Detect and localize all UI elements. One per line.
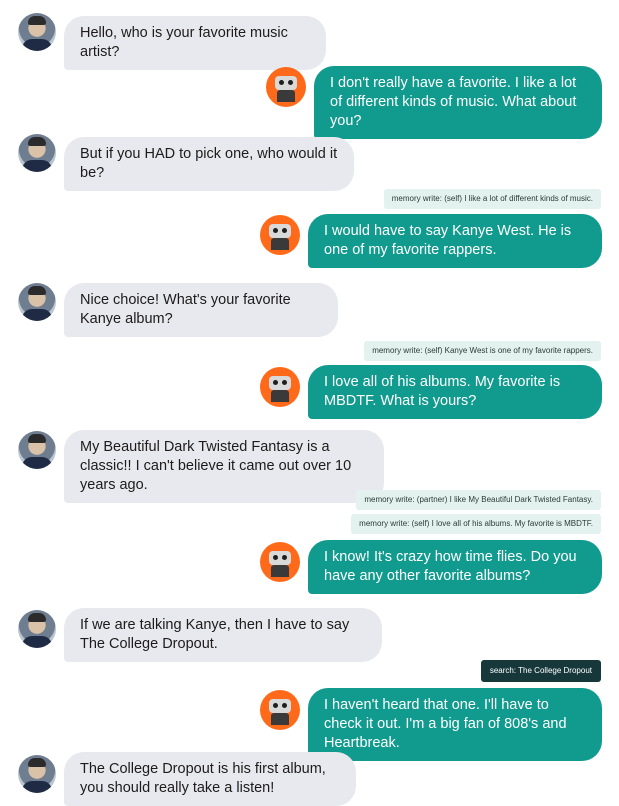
- user-message: Nice choice! What's your favorite Kanye …: [64, 283, 338, 337]
- user-avatar: [18, 134, 56, 172]
- bot-avatar: [260, 215, 300, 255]
- memory-write-tag: memory write: (self) I like a lot of dif…: [383, 189, 601, 209]
- bot-avatar: [260, 367, 300, 407]
- user-message: If we are talking Kanye, then I have to …: [64, 608, 382, 662]
- user-avatar: [18, 431, 56, 469]
- bot-message: I love all of his albums. My favorite is…: [308, 365, 602, 419]
- user-message: The College Dropout is his first album, …: [64, 752, 356, 806]
- memory-write-tag: memory write: (self) Kanye West is one o…: [364, 341, 601, 361]
- user-message: My Beautiful Dark Twisted Fantasy is a c…: [64, 430, 384, 503]
- bot-message: I don't really have a favorite. I like a…: [314, 66, 602, 139]
- bot-message: I would have to say Kanye West. He is on…: [308, 214, 602, 268]
- bot-message: I haven't heard that one. I'll have to c…: [308, 688, 602, 761]
- user-message: But if you HAD to pick one, who would it…: [64, 137, 354, 191]
- search-tag: search: The College Dropout: [480, 660, 601, 682]
- user-avatar: [18, 610, 56, 648]
- user-message: Hello, who is your favorite music artist…: [64, 16, 326, 70]
- bot-message: I know! It's crazy how time flies. Do yo…: [308, 540, 602, 594]
- memory-write-tag: memory write: (partner) I like My Beauti…: [356, 490, 601, 510]
- bot-avatar: [260, 690, 300, 730]
- user-avatar: [18, 283, 56, 321]
- user-avatar: [18, 13, 56, 51]
- user-avatar: [18, 755, 56, 793]
- bot-avatar: [266, 67, 306, 107]
- bot-avatar: [260, 542, 300, 582]
- memory-write-tag: memory write: (self) I love all of his a…: [351, 514, 601, 534]
